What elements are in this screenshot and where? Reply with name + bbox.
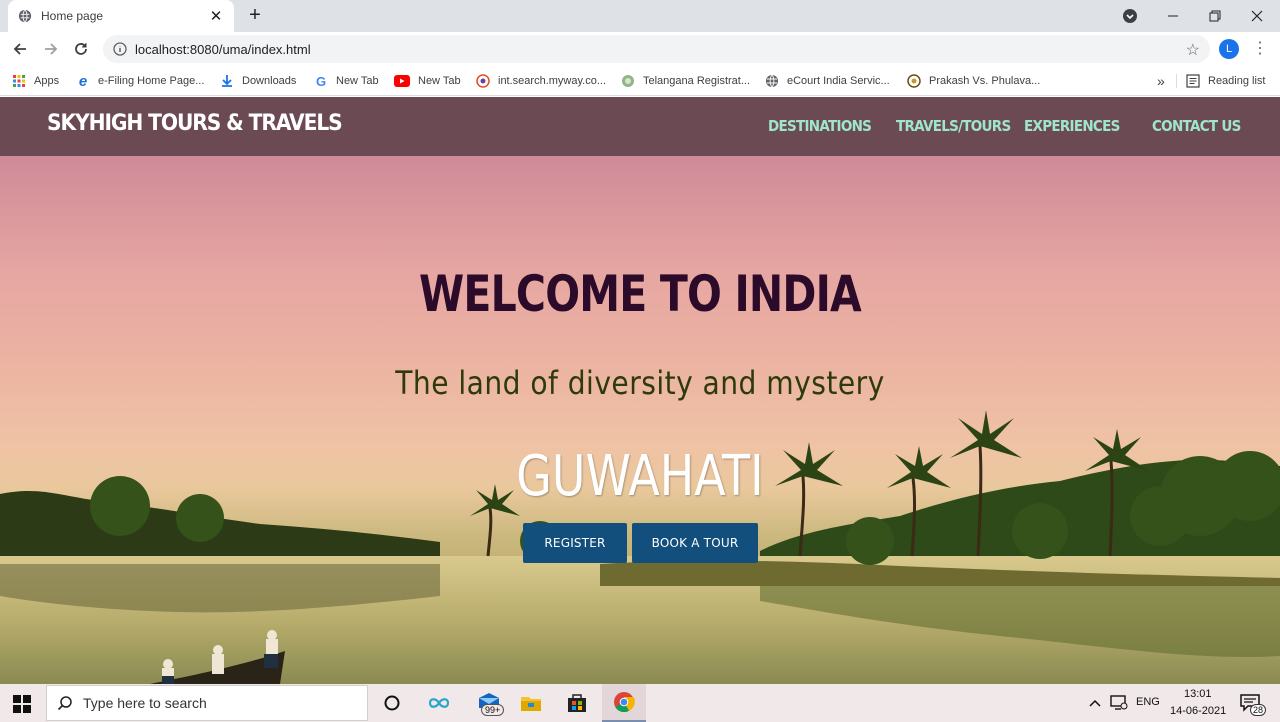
bookmark-star-icon[interactable]: ☆: [1186, 40, 1200, 60]
url-text[interactable]: localhost:8080/uma/index.html: [135, 42, 311, 57]
taskbar-search-input[interactable]: Type here to search: [46, 685, 368, 721]
bookmark-efiling[interactable]: e e-Filing Home Page...: [76, 72, 205, 90]
google-icon: G: [315, 73, 327, 89]
bookmark-newtab-google[interactable]: G New Tab: [314, 72, 379, 90]
bookmark-divider: [1176, 74, 1177, 88]
ie-icon: e: [78, 72, 88, 90]
nav-contact-us[interactable]: CONTACT US: [1152, 117, 1241, 135]
tab-close-icon[interactable]: ✕: [208, 7, 224, 25]
search-icon: [57, 696, 72, 711]
notification-center-icon[interactable]: 28: [1236, 690, 1267, 716]
file-explorer-icon[interactable]: [518, 690, 544, 716]
minimize-icon[interactable]: [1160, 0, 1186, 32]
network-icon[interactable]: [1108, 690, 1130, 716]
store-icon[interactable]: [564, 690, 590, 716]
back-icon[interactable]: [9, 38, 31, 60]
nav-travels-tours[interactable]: TRAVELS/TOURS: [896, 117, 1011, 135]
infinity-app-icon[interactable]: [426, 690, 452, 716]
download-icon: [222, 75, 232, 87]
chrome-taskbar-icon[interactable]: [602, 684, 646, 722]
bookmark-prakash[interactable]: Prakash Vs. Phulava...: [907, 72, 1040, 90]
bookmark-label: Prakash Vs. Phulava...: [929, 75, 1041, 87]
globe-icon: [18, 9, 32, 23]
hero-section: WELCOME TO INDIA The land of diversity a…: [0, 156, 1280, 684]
cortana-icon[interactable]: [379, 690, 405, 716]
bookmark-label: e-Filing Home Page...: [98, 75, 205, 87]
apps-grid-icon: [13, 75, 25, 87]
bookmark-telangana[interactable]: Telangana Registrat...: [621, 72, 750, 90]
mail-icon[interactable]: 99+: [472, 690, 506, 716]
address-bar[interactable]: localhost:8080/uma/index.html ☆: [103, 35, 1210, 63]
reading-list-icon: [1186, 74, 1200, 88]
restore-icon[interactable]: [1202, 0, 1228, 32]
bookmark-label: New Tab: [418, 75, 461, 87]
book-a-tour-button[interactable]: BOOK A TOUR: [632, 523, 758, 563]
language-indicator[interactable]: ENG: [1136, 696, 1160, 708]
taskbar-search-placeholder: Type here to search: [83, 695, 207, 711]
forward-icon[interactable]: [40, 38, 62, 60]
bookmarks-overflow-button[interactable]: »: [1157, 72, 1165, 90]
clock-date[interactable]: 14-06-2021: [1170, 705, 1226, 717]
site-navbar: SKYHIGH TOURS & TRAVELS DESTINATIONS TRA…: [0, 97, 1280, 156]
bookmark-label: New Tab: [336, 75, 379, 87]
bookmark-newtab-youtube[interactable]: New Tab: [394, 72, 461, 90]
hero-title: WELCOME TO INDIA: [419, 265, 862, 323]
globe-icon: [766, 74, 778, 88]
backwater-landscape-image: [0, 410, 1280, 684]
bookmark-apps[interactable]: Apps: [12, 72, 59, 90]
tab-title: Home page: [41, 9, 104, 23]
tray-chevron-icon[interactable]: [1086, 690, 1104, 716]
browser-menu-icon[interactable]: ⋮: [1252, 38, 1268, 60]
info-icon[interactable]: [113, 42, 127, 56]
emblem-icon: [622, 75, 634, 87]
court-emblem-icon: [907, 74, 921, 88]
bookmark-label: Apps: [34, 75, 60, 87]
profile-avatar[interactable]: L: [1219, 39, 1239, 59]
tab-search-icon[interactable]: [1118, 0, 1142, 32]
reading-list-label: Reading list: [1208, 75, 1266, 87]
bookmark-downloads[interactable]: Downloads: [220, 72, 296, 90]
hero-city: GUWAHATI: [516, 444, 764, 509]
brand-logo[interactable]: SKYHIGH TOURS & TRAVELS: [47, 111, 343, 136]
new-tab-button[interactable]: +: [244, 4, 266, 26]
reload-icon[interactable]: [70, 38, 92, 60]
hero-subtitle: The land of diversity and mystery: [395, 364, 885, 402]
taskbar: Type here to search 99+ ENG 13:01 14-06-…: [0, 684, 1280, 722]
nav-destinations[interactable]: DESTINATIONS: [768, 117, 872, 135]
bookmark-label: eCourt India Servic...: [787, 75, 890, 87]
browser-toolbar: localhost:8080/uma/index.html ☆: [0, 32, 1280, 66]
bookmarks-bar: Apps e e-Filing Home Page... Downloads G…: [0, 66, 1280, 96]
register-button[interactable]: REGISTER: [523, 523, 627, 563]
tab-strip: Home page ✕ +: [0, 0, 1280, 32]
bookmark-label: Downloads: [242, 75, 297, 87]
myway-icon: [476, 74, 490, 88]
windows-start-icon[interactable]: [13, 695, 31, 713]
nav-experiences[interactable]: EXPERIENCES: [1024, 117, 1120, 135]
bookmark-label: Telangana Registrat...: [643, 75, 751, 87]
clock-time[interactable]: 13:01: [1184, 688, 1212, 700]
youtube-icon: [394, 75, 410, 87]
close-window-icon[interactable]: [1244, 0, 1270, 32]
bookmark-label: int.search.myway.co...: [498, 75, 606, 87]
bookmark-ecourt[interactable]: eCourt India Servic...: [765, 72, 890, 90]
mail-badge: 99+: [481, 704, 505, 716]
reading-list-button[interactable]: Reading list: [1186, 72, 1265, 90]
notification-count-badge: 28: [1250, 704, 1267, 716]
browser-tab[interactable]: Home page ✕: [8, 0, 234, 32]
bookmark-myway[interactable]: int.search.myway.co...: [476, 72, 606, 90]
